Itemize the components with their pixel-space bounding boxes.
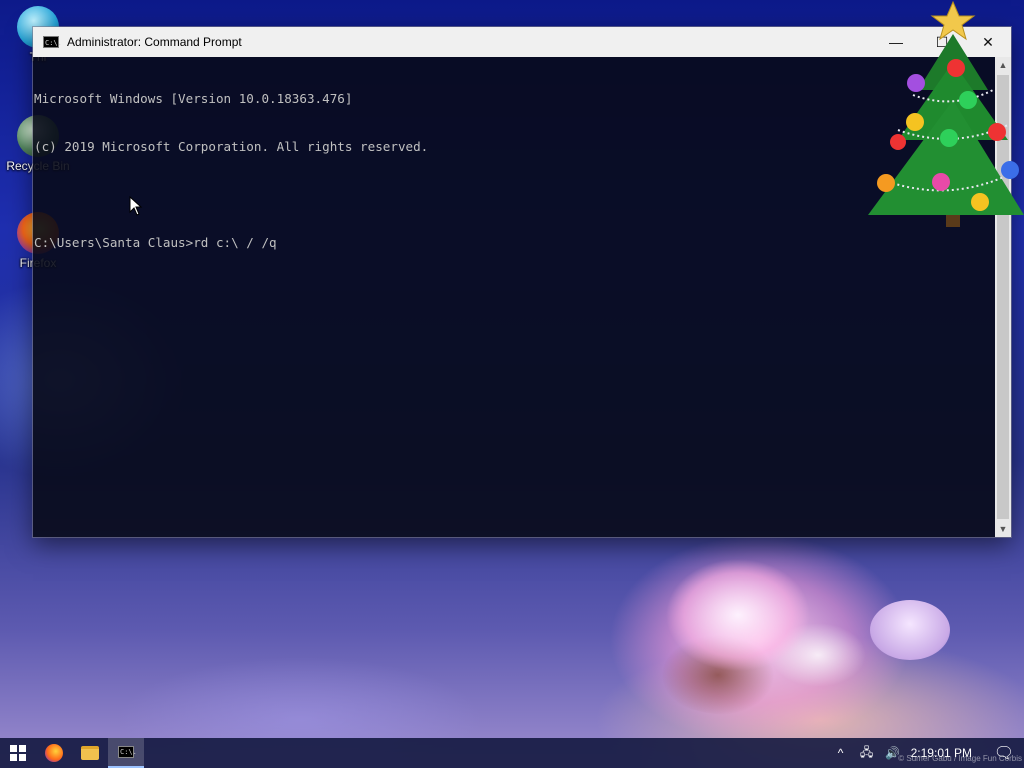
ornament: [971, 193, 989, 211]
firefox-icon: [45, 744, 63, 762]
ornament: [906, 113, 924, 131]
console-line: (c) 2019 Microsoft Corporation. All righ…: [34, 139, 429, 154]
console-output[interactable]: Microsoft Windows [Version 10.0.18363.47…: [33, 57, 995, 537]
star-icon: [930, 0, 976, 41]
ornament: [1001, 161, 1019, 179]
wallpaper-credit: © Sumer Gabu / Image Fun Corbis: [898, 754, 1022, 763]
scroll-down-arrow-icon[interactable]: ▼: [995, 521, 1011, 537]
command-prompt-icon: C:\.: [118, 746, 137, 758]
ornament: [890, 134, 906, 150]
system-tray: ^ 🖧 🔊: [833, 745, 905, 761]
network-icon[interactable]: 🖧: [859, 745, 875, 761]
taskbar-firefox-button[interactable]: [36, 738, 72, 768]
mouse-pointer-icon: [129, 196, 143, 216]
window-title: Administrator: Command Prompt: [67, 35, 242, 49]
start-button[interactable]: [0, 738, 36, 768]
taskbar: C:\. ^ 🖧 🔊 2:19:01 PM 🗨: [0, 738, 1024, 768]
ornament: [907, 74, 925, 92]
ornament: [932, 173, 950, 191]
console-line: Microsoft Windows [Version 10.0.18363.47…: [34, 91, 353, 106]
wallpaper-lit-tree: [628, 535, 888, 715]
ornament: [947, 59, 965, 77]
windows-logo-icon: [10, 745, 26, 761]
taskbar-file-explorer-button[interactable]: [72, 738, 108, 768]
tree-tier: [868, 100, 1024, 215]
command-prompt-icon[interactable]: C:\.: [43, 36, 62, 48]
ornament: [877, 174, 895, 192]
console-prompt-line: C:\Users\Santa Claus>rd c:\ / /q: [34, 235, 277, 250]
chevron-up-icon[interactable]: ^: [833, 745, 849, 761]
wallpaper-snow-mound: [870, 600, 950, 660]
ornament: [988, 123, 1006, 141]
file-explorer-icon: [81, 746, 99, 760]
notifications-icon[interactable]: 🗨: [984, 738, 1024, 768]
ornament: [940, 129, 958, 147]
christmas-tree-gadget[interactable]: [858, 0, 1024, 236]
taskbar-command-prompt-button[interactable]: C:\.: [108, 738, 144, 768]
ornament: [959, 91, 977, 109]
